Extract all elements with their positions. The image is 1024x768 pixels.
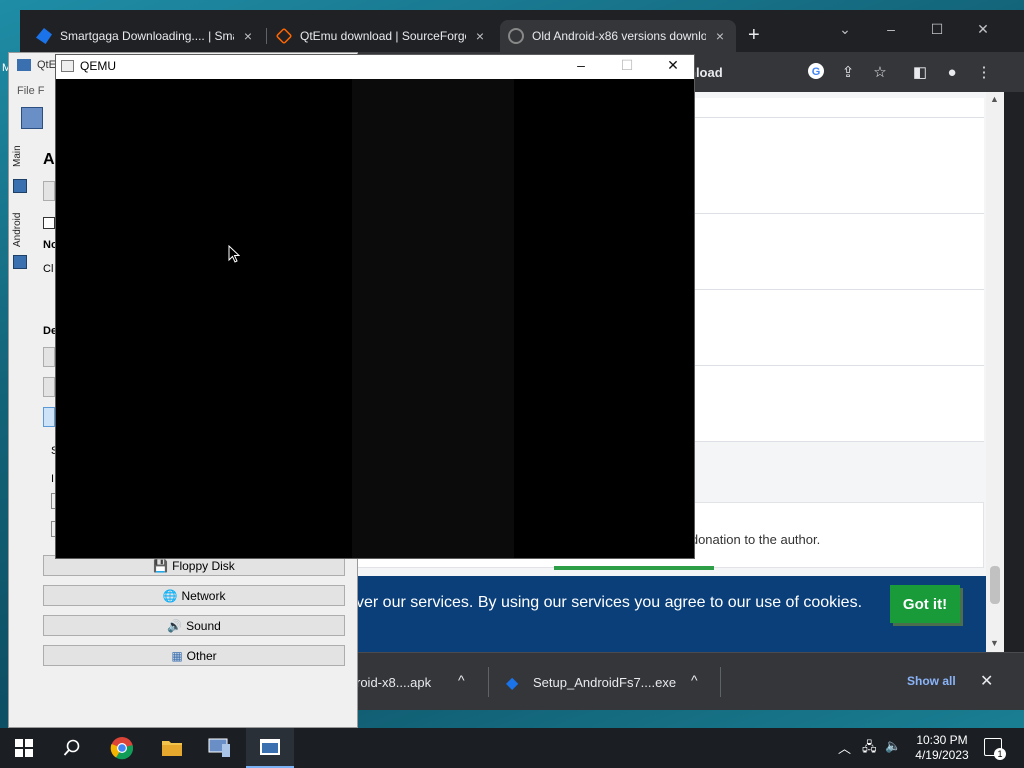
device-button-edge[interactable] [43,347,55,367]
tab-android[interactable]: Android [12,213,23,247]
other-icon: ▦ [171,648,183,663]
button-label: Network [181,588,226,603]
close-button[interactable]: ✕ [960,14,1006,44]
clock-time: 10:30 PM [916,733,968,747]
menu-kebab-icon[interactable]: ⋮ [973,62,995,84]
sound-icon: 🔊 [167,618,183,633]
taskbar-file-explorer[interactable] [148,728,196,768]
taskbar-qemu[interactable] [246,728,294,768]
share-icon[interactable]: ⇪ [837,62,859,84]
side-panel-icon[interactable]: ◧ [909,62,931,84]
android-x86-icon [508,28,524,44]
new-machine-icon[interactable] [21,107,43,129]
mouse-cursor-icon [228,245,240,263]
tab-close-icon[interactable]: × [240,28,256,44]
download-item-exe[interactable]: Setup_AndroidFs7....exe [533,675,676,690]
network-icon[interactable]: 🖧 [862,738,877,760]
tab-title: Smartgaga Downloading.... | Smartgaga [60,29,234,43]
qemu-window-icon [61,60,74,72]
checkbox[interactable] [43,217,55,229]
tab-close-icon[interactable]: × [712,28,728,44]
machine-icon[interactable] [13,179,27,193]
got-it-button[interactable]: Got it! [890,585,960,623]
download-button-edge[interactable] [554,566,714,570]
tab-close-icon[interactable]: × [472,28,488,44]
chevron-up-icon[interactable]: ^ [458,672,465,688]
button-label: Other [186,648,217,663]
smartgaga-icon [36,28,52,44]
taskbar: ︿ 🖧 🔈 10:30 PM 4/19/2023 1 [0,728,1024,768]
notes-text: Cl [43,263,54,275]
network-globe-icon: 🌐 [162,588,178,603]
tab-strip: Smartgaga Downloading.... | Smartgaga × … [20,10,1024,52]
machine-icon[interactable] [13,255,27,269]
qtemu-app-icon [17,59,31,71]
button-label: Sound [186,618,221,633]
profile-icon[interactable]: ● [941,62,963,84]
svg-text:G: G [812,66,821,78]
minimize-button[interactable]: – [558,57,604,73]
qemu-window-icon [260,739,280,755]
scroll-down-arrow[interactable]: ▼ [990,638,999,648]
image-label: I [51,473,55,485]
tab-separator [266,28,267,44]
other-button[interactable]: ▦ Other [43,645,345,666]
tab-smartgaga[interactable]: Smartgaga Downloading.... | Smartgaga × [28,20,264,52]
system-clock[interactable]: 10:30 PM 4/19/2023 [906,733,978,763]
qemu-display[interactable] [56,79,694,558]
qtemu-app-icon [208,738,230,757]
donation-text: a donation to the author. [680,532,821,547]
sourceforge-icon [275,27,293,45]
chevron-up-icon[interactable]: ︿ [838,738,851,757]
chevron-down-icon[interactable]: ⌄ [822,14,868,44]
qemu-window: QEMU – ☐ ✕ [55,54,695,559]
tab-android-x86[interactable]: Old Android-x86 versions download × [500,20,736,52]
taskbar-chrome[interactable] [98,728,146,768]
notification-count: 1 [994,748,1006,760]
sound-button[interactable]: 🔊 Sound [43,615,345,636]
network-button[interactable]: 🌐 Network [43,585,345,606]
search-icon [63,739,80,756]
volume-icon[interactable]: 🔈 [885,738,901,754]
search-button[interactable] [48,728,96,768]
show-all-link[interactable]: Show all [907,674,956,688]
start-button[interactable] [0,728,48,768]
close-download-bar-icon[interactable]: ✕ [980,671,993,691]
machine-name-heading: A [43,151,55,168]
taskbar-qtemu[interactable] [196,728,244,768]
tab-title: QtEmu download | SourceForge.net [300,29,466,43]
minimize-button[interactable]: – [868,14,914,44]
download-separator [488,667,489,697]
qemu-title: QEMU [80,59,116,73]
device-button-edge-selected[interactable] [43,407,55,427]
chevron-up-icon[interactable]: ^ [691,672,698,688]
close-button[interactable]: ✕ [650,57,696,74]
qtemu-menu-bar[interactable]: File F [17,85,45,97]
maximize-button[interactable]: ☐ [604,57,650,74]
chrome-icon [110,737,134,760]
page-scrollbar[interactable]: ▲ ▼ [986,92,1004,652]
qemu-title-bar[interactable]: QEMU – ☐ ✕ [56,55,694,79]
folder-icon [162,741,182,756]
download-item-apk[interactable]: roid-x8....apk [356,675,431,690]
cookie-message: eliver our services. By using our servic… [340,594,863,611]
start-button-edge[interactable] [43,181,55,201]
clock-date: 4/19/2023 [915,748,969,762]
installer-file-icon: ◆ [506,675,519,692]
qtemu-title: QtE [37,59,56,71]
download-separator [720,667,721,697]
tab-qtemu-sourceforge[interactable]: QtEmu download | SourceForge.net × [268,20,496,52]
device-button-edge[interactable] [43,377,55,397]
maximize-button[interactable]: ☐ [914,14,960,44]
windows-logo-icon [15,739,33,757]
tab-main[interactable]: Main [12,145,23,167]
scroll-thumb[interactable] [990,566,1000,604]
bookmark-star-icon[interactable]: ☆ [869,62,891,84]
new-tab-button[interactable]: + [748,24,760,47]
scroll-up-arrow[interactable]: ▲ [990,94,999,104]
floppy-disk-icon: 💾 [153,558,169,573]
google-icon[interactable]: G [805,62,827,84]
button-label: Floppy Disk [172,558,235,573]
tab-title: Old Android-x86 versions download [532,29,706,43]
